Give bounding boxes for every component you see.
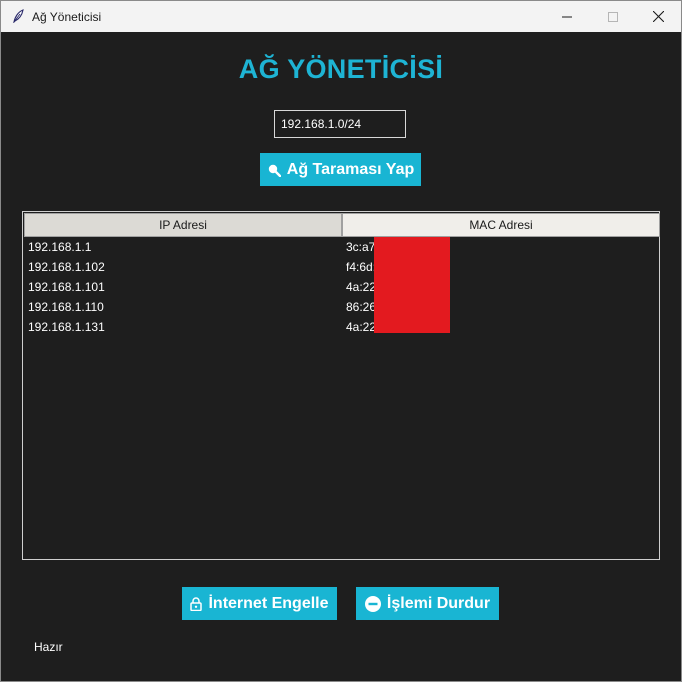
status-text: Hazır — [34, 640, 63, 654]
ip-cell: 192.168.1.110 — [28, 300, 104, 314]
block-internet-button[interactable]: İnternet Engelle — [182, 587, 337, 620]
minimize-icon — [562, 16, 572, 17]
ip-range-input[interactable] — [274, 110, 406, 138]
search-icon — [267, 163, 281, 177]
column-header-ip[interactable]: IP Adresi — [24, 213, 342, 237]
ip-cell: 192.168.1.131 — [28, 320, 105, 334]
table-row[interactable]: 192.168.1.102 f4:6d: — [24, 257, 660, 277]
close-icon — [652, 11, 664, 22]
ip-cell: 192.168.1.101 — [28, 280, 105, 294]
maximize-button[interactable] — [590, 1, 636, 32]
redaction-box — [374, 237, 450, 333]
minimize-button[interactable] — [544, 1, 590, 32]
title-bar[interactable]: Ağ Yöneticisi — [1, 1, 681, 32]
stop-icon — [364, 595, 381, 612]
main-content: AĞ YÖNETİCİSİ Ağ Taraması Yap IP Adresi … — [1, 32, 681, 681]
stop-button-label: İşlemi Durdur — [386, 594, 491, 612]
mac-cell: 86:26 — [346, 300, 377, 314]
mac-cell: 4a:22 — [346, 280, 377, 294]
stop-process-button[interactable]: İşlemi Durdur — [356, 587, 499, 620]
table-row[interactable]: 192.168.1.131 4a:22 — [24, 317, 660, 337]
maximize-icon — [608, 11, 618, 22]
mac-cell: 3c:a7 — [346, 240, 376, 254]
ip-cell: 192.168.1.102 — [28, 260, 105, 274]
table-row[interactable]: 192.168.1.1 3c:a7 — [24, 237, 660, 257]
page-title: AĞ YÖNETİCİSİ — [238, 54, 444, 84]
mac-cell: f4:6d: — [346, 260, 377, 274]
scan-button-label: Ağ Taraması Yap — [286, 160, 415, 178]
scan-network-button[interactable]: Ağ Taraması Yap — [260, 153, 421, 186]
mac-cell: 4a:22 — [346, 320, 377, 334]
close-button[interactable] — [635, 1, 681, 32]
table-row[interactable]: 192.168.1.110 86:26 — [24, 297, 660, 317]
column-header-mac[interactable]: MAC Adresi — [342, 213, 660, 237]
table-header: IP Adresi MAC Adresi — [24, 213, 660, 237]
window-title: Ağ Yöneticisi — [32, 10, 102, 24]
feather-icon — [13, 9, 24, 23]
app-window: Ağ Yöneticisi AĞ YÖNETİCİSİ Ağ Taraması … — [0, 0, 682, 682]
table-row[interactable]: 192.168.1.101 4a:22 — [24, 277, 660, 297]
table-body: 192.168.1.1 3c:a7 192.168.1.102 f4:6d: 1… — [24, 237, 660, 337]
ip-cell: 192.168.1.1 — [28, 240, 92, 254]
lock-icon — [190, 596, 203, 611]
device-table[interactable]: IP Adresi MAC Adresi 192.168.1.1 3c:a7 1… — [22, 211, 660, 560]
block-button-label: İnternet Engelle — [208, 594, 329, 612]
